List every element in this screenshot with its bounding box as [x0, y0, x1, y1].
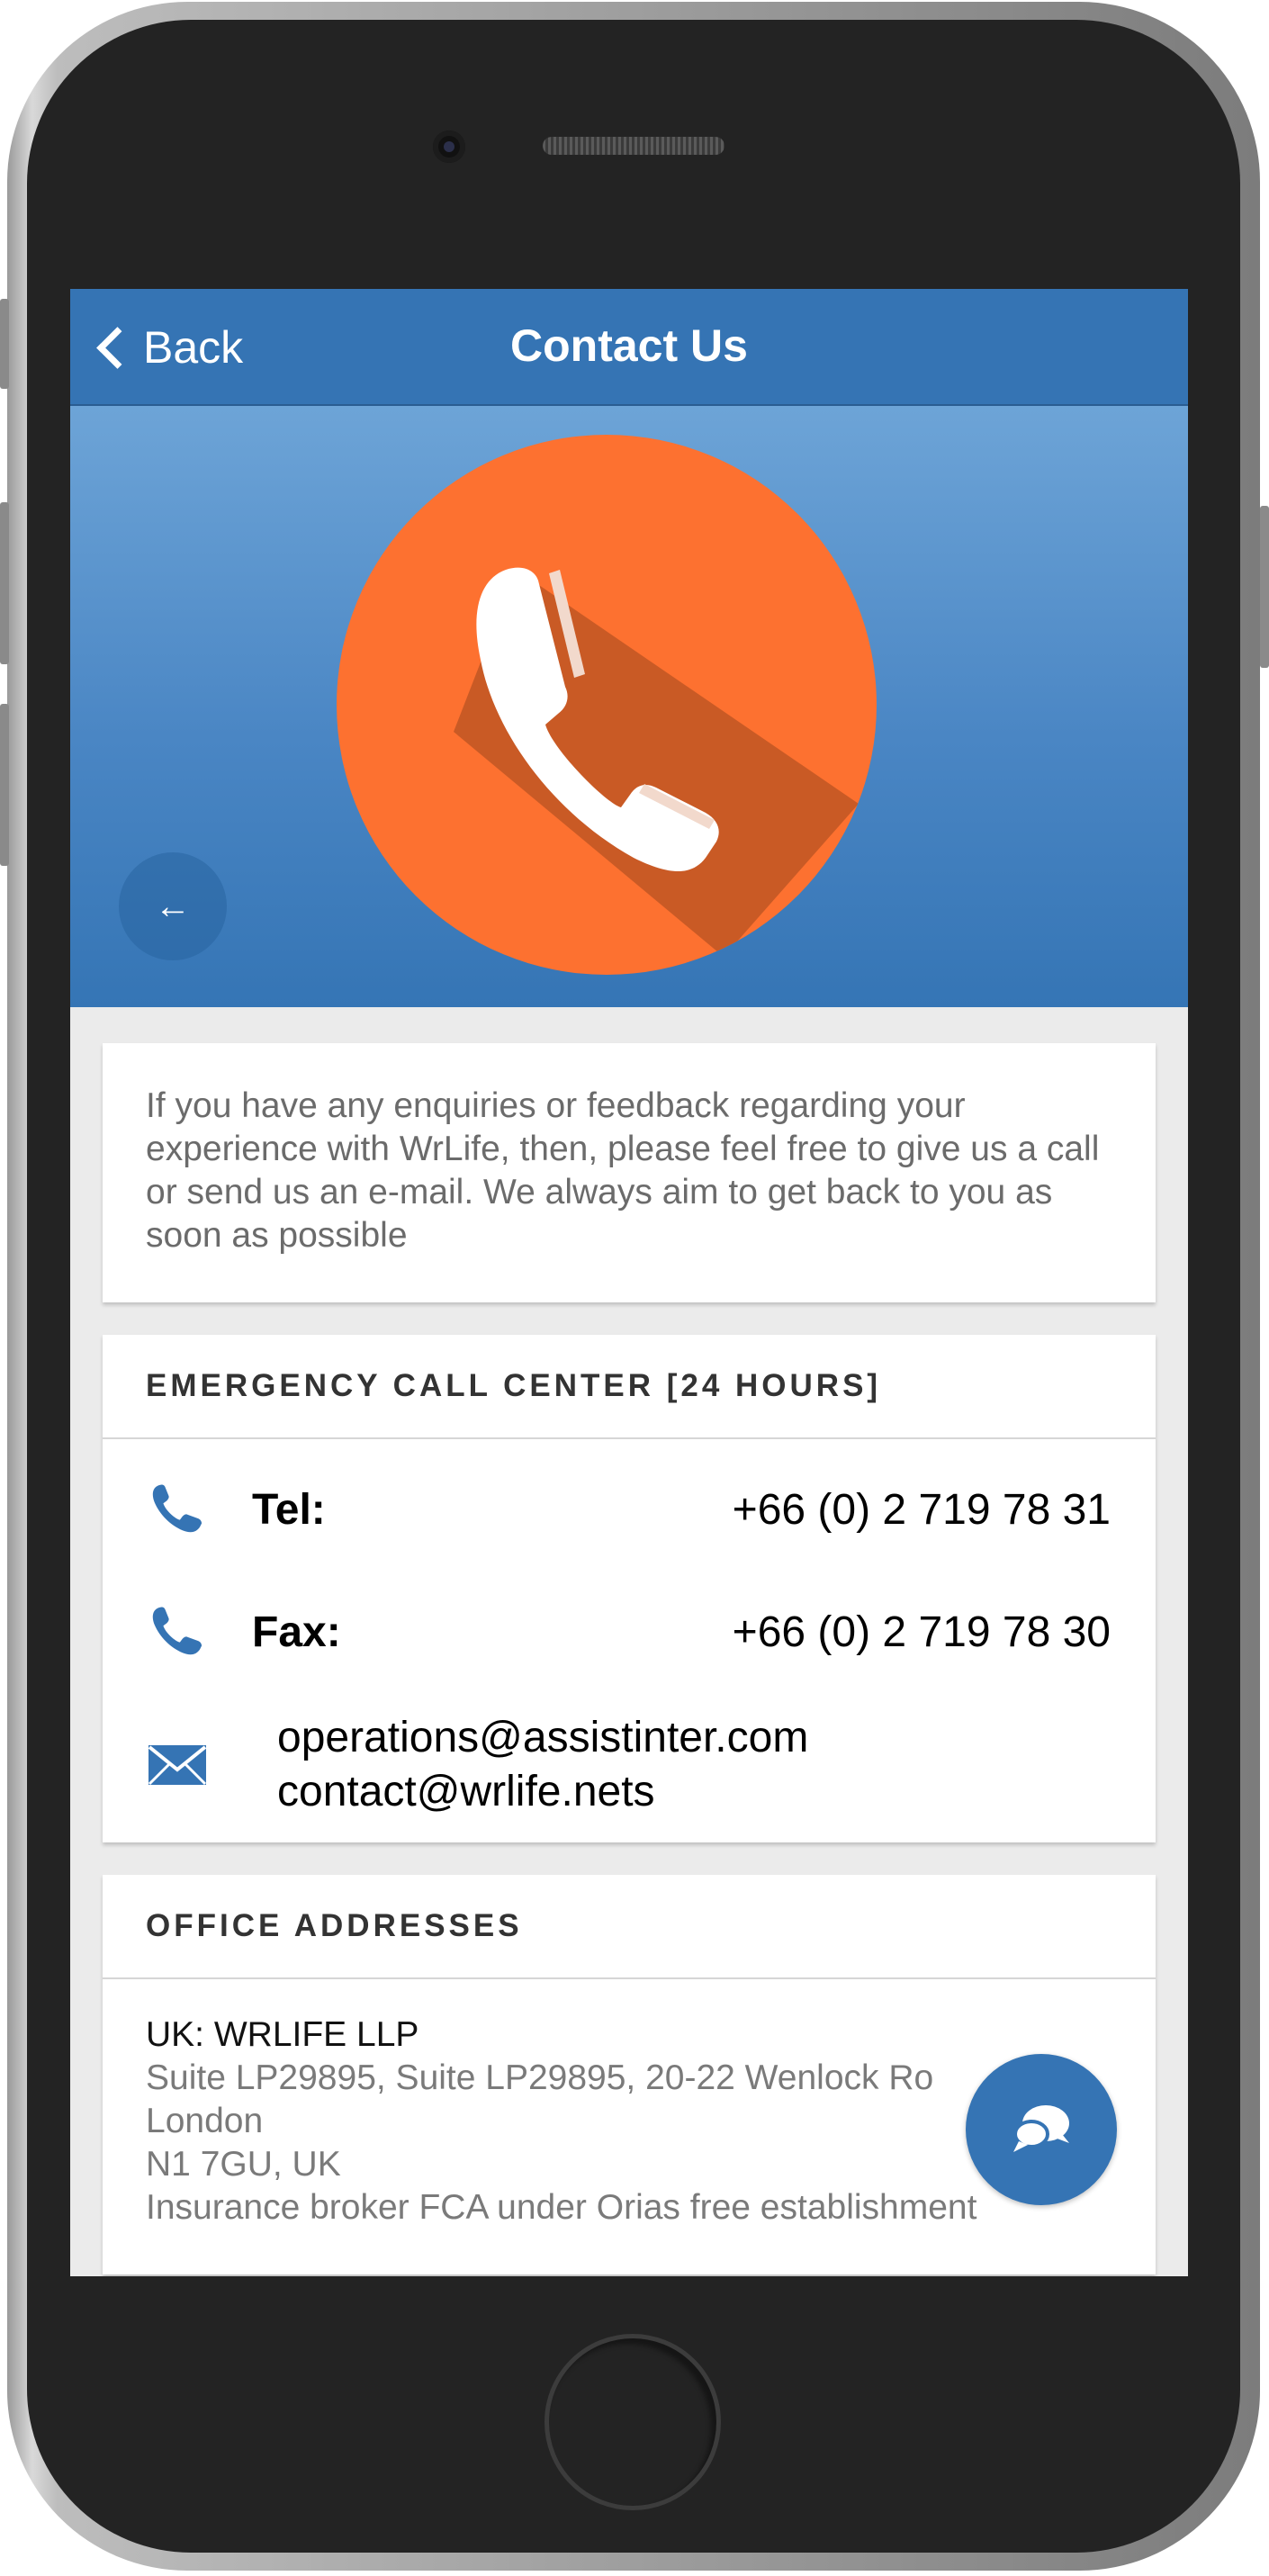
home-button[interactable] [544, 2334, 721, 2510]
app-screen: Back Contact Us ← If you have any enquir… [70, 289, 1188, 2276]
power-button [1260, 506, 1269, 668]
intro-card: If you have any enquiries or feedback re… [103, 1043, 1156, 1302]
address-line: Suite LP29895, Suite LP29895, 20-22 Wenl… [146, 2058, 934, 2097]
fax-value[interactable]: +66 (0) 2 719 78 30 [733, 1608, 1111, 1657]
envelope-icon [148, 1745, 207, 1786]
address-line: Insurance broker FCA under Orias free es… [146, 2188, 977, 2227]
hero-banner: ← [70, 406, 1188, 1007]
email-list: operations@assistinter.com contact@wrlif… [277, 1711, 808, 1819]
volume-down-button [0, 704, 9, 866]
chat-button[interactable] [966, 2054, 1117, 2205]
phone-handset-icon [337, 435, 877, 975]
front-camera [433, 131, 465, 163]
fax-row[interactable]: Fax: +66 (0) 2 719 78 30 [103, 1571, 1156, 1693]
offices-header: OFFICE ADDRESSES [103, 1875, 1156, 1979]
emergency-header: EMERGENCY CALL CENTER [24 HOURS] [103, 1335, 1156, 1439]
earpiece-speaker [543, 137, 724, 155]
email-row[interactable]: operations@assistinter.com contact@wrlif… [103, 1693, 1156, 1842]
page-title: Contact Us [510, 320, 748, 371]
volume-up-button [0, 502, 9, 664]
hero-back-button[interactable]: ← [119, 852, 227, 960]
email-contact[interactable]: contact@wrlife.nets [277, 1765, 808, 1819]
arrow-left-icon: ← [155, 886, 191, 926]
tel-value[interactable]: +66 (0) 2 719 78 31 [733, 1485, 1111, 1535]
fax-label: Fax: [252, 1608, 341, 1656]
nav-bar: Back Contact Us [70, 289, 1188, 406]
phone-icon [152, 1607, 202, 1655]
chat-bubbles-icon [1013, 2105, 1069, 2152]
emergency-card: EMERGENCY CALL CENTER [24 HOURS] Tel: +6… [103, 1335, 1156, 1842]
address-line: N1 7GU, UK [146, 2145, 341, 2184]
email-operations[interactable]: operations@assistinter.com [277, 1711, 808, 1765]
tel-row[interactable]: Tel: +66 (0) 2 719 78 31 [103, 1448, 1156, 1571]
tel-label: Tel: [252, 1485, 326, 1534]
intro-text: If you have any enquiries or feedback re… [146, 1086, 1100, 1255]
phone-icon [152, 1484, 202, 1533]
mute-switch [0, 299, 9, 389]
uk-office-name: UK: WRLIFE LLP [146, 2015, 419, 2054]
